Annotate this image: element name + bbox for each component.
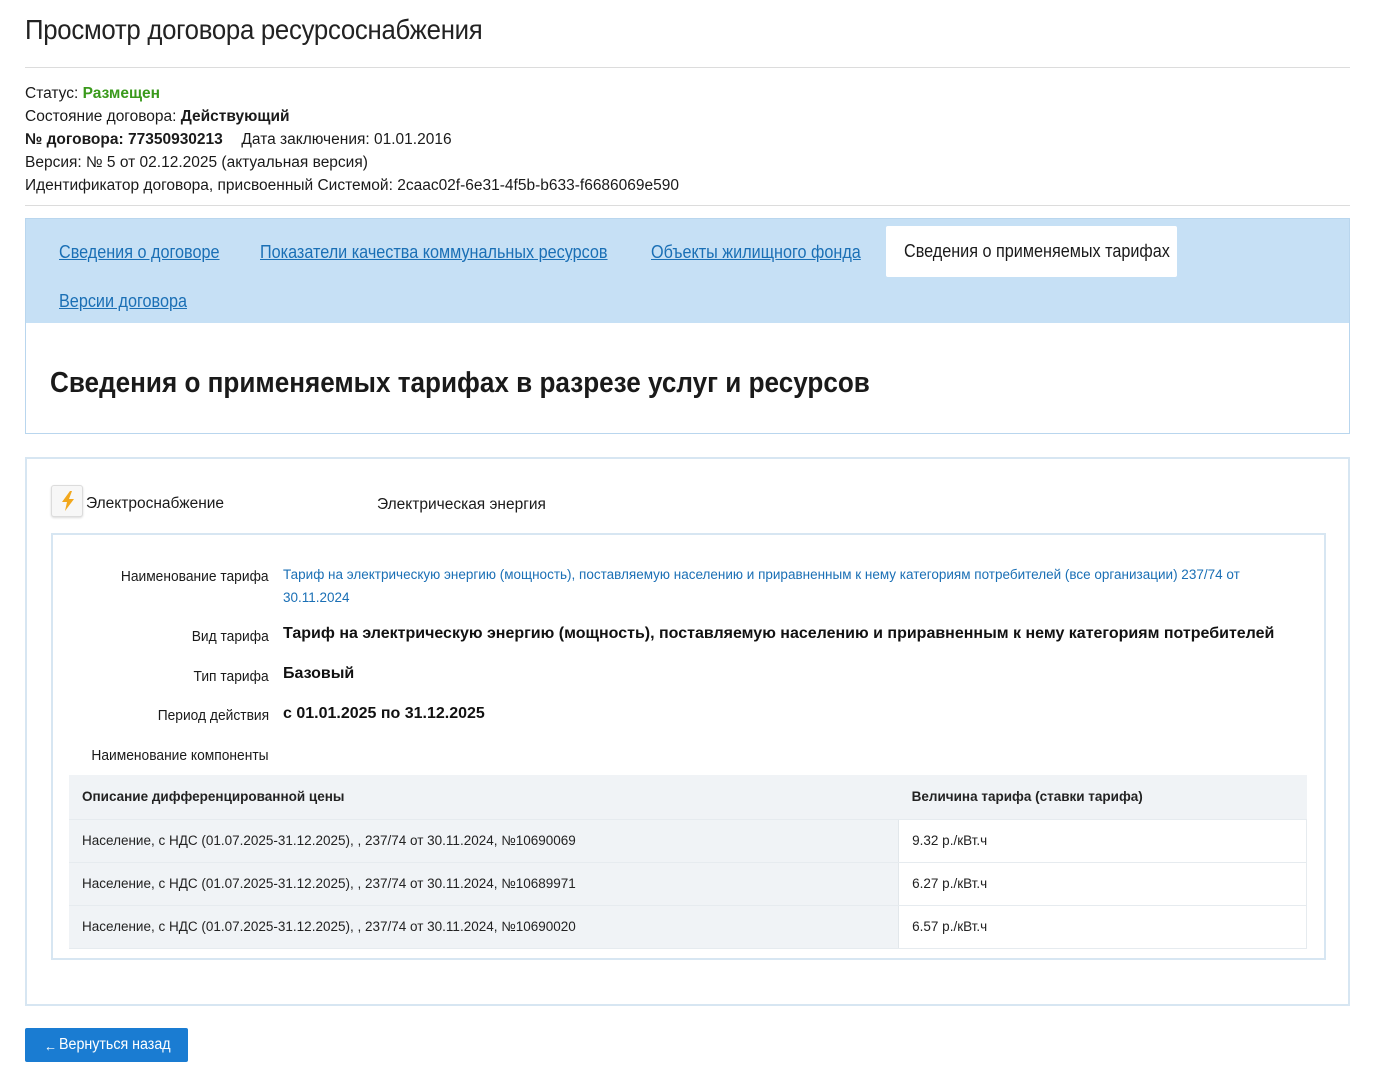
status-line: Статус: Размещен	[25, 82, 679, 105]
tariff-panel: Электроснабжение Электрическая энергия Н…	[25, 457, 1350, 1006]
contract-number-label: № договора:	[25, 131, 124, 148]
column-header-description: Описание дифференцированной цены	[69, 775, 899, 820]
divider	[25, 205, 1350, 206]
identifier-label: Идентификатор договора, присвоенный Сист…	[25, 177, 393, 194]
price-description: Население, с НДС (01.07.2025-31.12.2025)…	[69, 905, 900, 949]
price-description: Население, с НДС (01.07.2025-31.12.2025)…	[69, 819, 900, 863]
column-header-value: Величина тарифа (ставки тарифа)	[898, 775, 1307, 820]
price-value: 9.32 р./кВт.ч	[898, 819, 1307, 863]
table-header-row: Описание дифференцированной цены Величин…	[69, 775, 1307, 820]
tab-housing-objects[interactable]: Объекты жилищного фонда	[651, 242, 861, 263]
tab-tariffs[interactable]: Сведения о применяемых тарифах	[886, 226, 1177, 277]
table-row: Население, с НДС (01.07.2025-31.12.2025)…	[69, 819, 1307, 863]
tariff-kind-value: Тариф на электрическую энергию (мощность…	[283, 625, 1275, 642]
state-value: Действующий	[180, 108, 290, 125]
tariff-name-link[interactable]: Тариф на электрическую энергию (мощность…	[283, 563, 1263, 609]
number-line: № договора: 77350930213 Дата заключения:…	[25, 128, 679, 151]
table-row: Население, с НДС (01.07.2025-31.12.2025)…	[69, 905, 1307, 949]
lightning-icon	[51, 485, 83, 517]
tab-bar: Сведения о договоре Показатели качества …	[26, 219, 1349, 323]
arrow-left-icon: ←	[44, 1038, 57, 1054]
version-line: Версия: № 5 от 02.12.2025 (актуальная ве…	[25, 154, 368, 171]
date-value: 01.01.2016	[374, 131, 452, 148]
identifier-line: Идентификатор договора, присвоенный Сист…	[25, 174, 679, 197]
table-row: Население, с НДС (01.07.2025-31.12.2025)…	[69, 862, 1307, 906]
section-title: Сведения о применяемых тарифах в разрезе…	[50, 367, 870, 399]
price-description: Население, с НДС (01.07.2025-31.12.2025)…	[69, 862, 900, 906]
tab-quality-indicators[interactable]: Показатели качества коммунальных ресурсо…	[260, 242, 608, 263]
page-title: Просмотр договора ресурсоснабжения	[25, 14, 483, 45]
tariff-name-label: Наименование тарифа	[121, 568, 269, 585]
service-name: Электроснабжение	[86, 495, 225, 512]
state-line: Состояние договора: Действующий	[25, 105, 679, 128]
component-label: Наименование компоненты	[91, 747, 269, 764]
tab-contract-info[interactable]: Сведения о договоре	[59, 242, 220, 263]
tariff-type-label: Тип тарифа	[193, 668, 269, 685]
resource-name: Электрическая энергия	[377, 496, 546, 513]
divider	[25, 67, 1350, 68]
date-label: Дата заключения:	[241, 131, 370, 148]
price-table: Описание дифференцированной цены Величин…	[69, 775, 1307, 949]
tariff-kind-label: Вид тарифа	[191, 628, 269, 645]
tariff-details: Наименование тарифа Тариф на электрическ…	[51, 533, 1326, 960]
period-value: с 01.01.2025 по 31.12.2025	[283, 705, 485, 722]
back-button-label: Вернуться назад	[59, 1036, 171, 1053]
period-label: Период действия	[157, 707, 269, 724]
price-value: 6.27 р./кВт.ч	[898, 862, 1307, 906]
status-badge: Размещен	[82, 85, 161, 102]
identifier-value: 2caac02f-6e31-4f5b-b633-f6686069e590	[397, 177, 680, 194]
price-value: 6.57 р./кВт.ч	[898, 905, 1307, 949]
tariff-type-value: Базовый	[283, 665, 355, 682]
tab-tariffs-label: Сведения о применяемых тарифах	[904, 241, 1170, 261]
contract-number-value: 77350930213	[127, 131, 223, 148]
contract-meta: Статус: Размещен Состояние договора: Дей…	[25, 82, 679, 197]
tabs-panel: Сведения о договоре Показатели качества …	[25, 218, 1350, 434]
state-label: Состояние договора:	[25, 108, 177, 125]
back-button[interactable]: ← Вернуться назад	[25, 1028, 188, 1062]
tab-contract-versions[interactable]: Версии договора	[59, 291, 187, 312]
status-label: Статус:	[25, 85, 79, 102]
